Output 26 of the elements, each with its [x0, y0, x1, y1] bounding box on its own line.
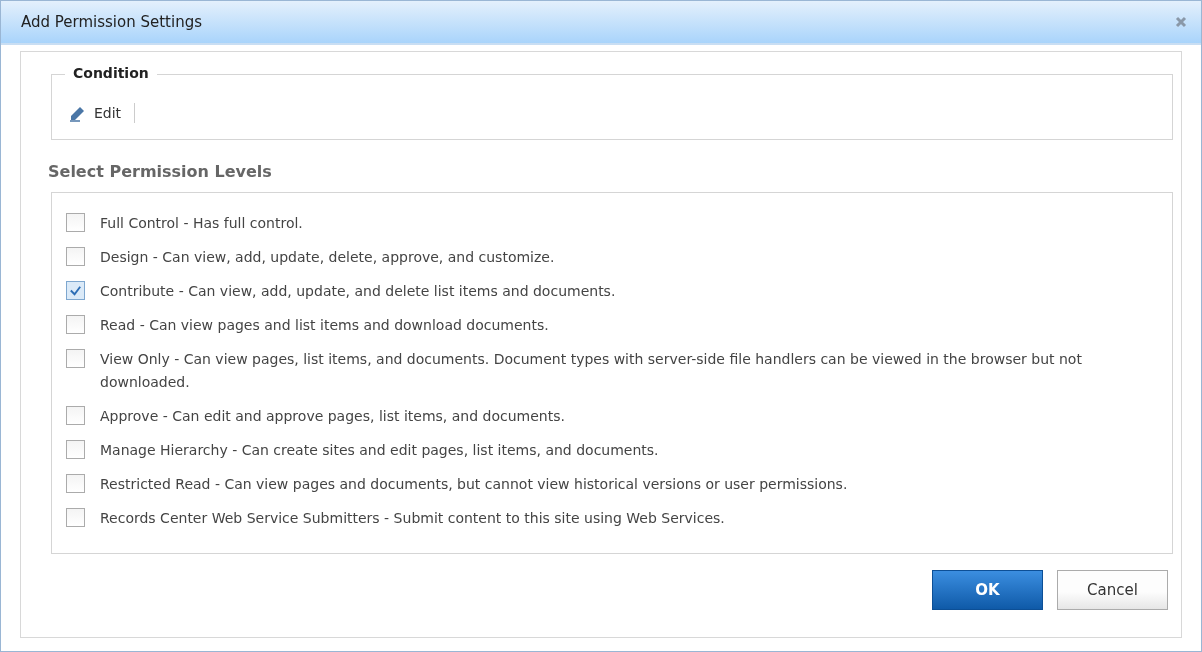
checkbox[interactable] — [66, 315, 85, 334]
group-legend: Condition — [65, 65, 157, 81]
window-title: Add Permission Settings — [21, 13, 202, 31]
close-icon[interactable] — [1175, 16, 1187, 28]
checkmark-icon — [68, 283, 83, 298]
permission-label: Records Center Web Service Submitters - Submit content to this site using Web Services. — [100, 509, 725, 528]
cancel-button[interactable]: Cancel — [1057, 570, 1168, 610]
permission-label: Manage Hierarchy - Can create sites and edit pages, list items, and documents. — [100, 441, 659, 460]
checkbox[interactable] — [66, 508, 85, 527]
checkbox[interactable] — [66, 213, 85, 232]
checkbox[interactable] — [66, 349, 85, 368]
ok-button[interactable]: OK — [932, 570, 1043, 610]
permission-label: Restricted Read - Can view pages and documents, but cannot view historical versions or user permissions. — [100, 475, 848, 494]
permission-label: Read - Can view pages and list items and download documents. — [100, 316, 549, 335]
edit-button[interactable]: Edit — [68, 104, 122, 122]
checkbox[interactable] — [66, 474, 85, 493]
checkbox[interactable] — [66, 247, 85, 266]
permission-label: Full Control - Has full control. — [100, 214, 303, 233]
checkbox[interactable] — [66, 440, 85, 459]
permission-label: Contribute - Can view, add, update, and delete list items and documents. — [100, 282, 616, 301]
section-heading: Select Permission Levels — [48, 162, 273, 181]
permission-label: Approve - Can edit and approve pages, list items, and documents. — [100, 407, 565, 426]
checkbox[interactable] — [66, 406, 85, 425]
permission-label: Design - Can view, add, update, delete, approve, and customize. — [100, 248, 555, 267]
checkbox[interactable] — [66, 281, 85, 300]
permission-label: View Only - Can view pages, list items, and documents. Document types with server-side file handlers can be viewed in the browser but not downloaded. — [100, 350, 1083, 392]
